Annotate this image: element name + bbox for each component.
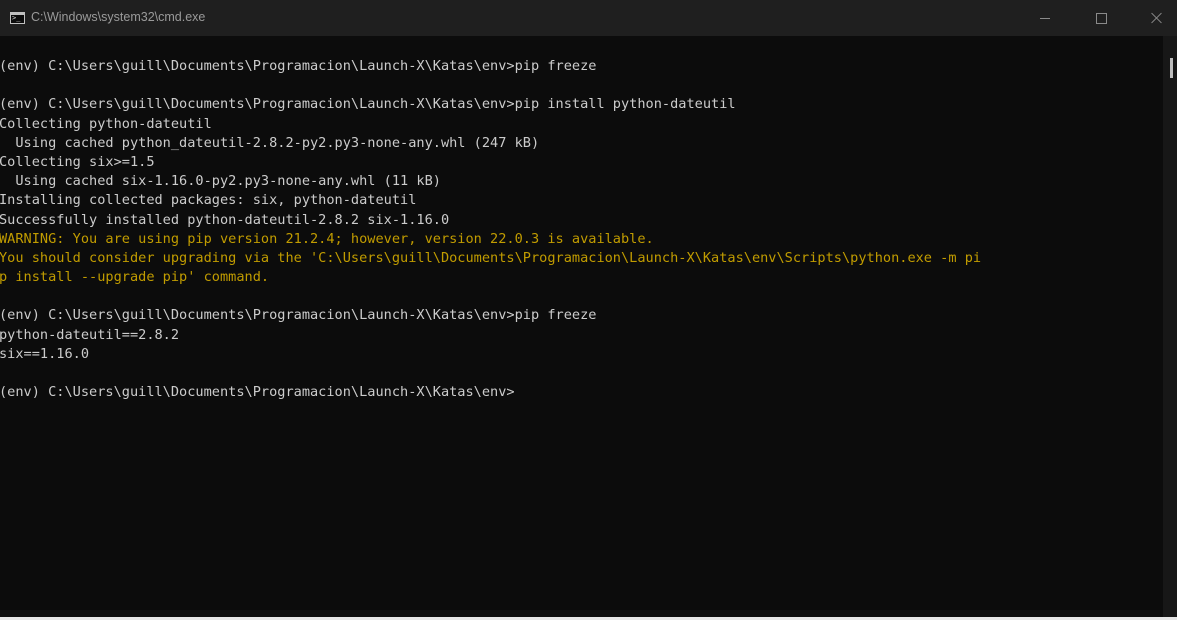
console-line: (env) C:\Users\guill\Documents\Programac… [0, 96, 736, 113]
maximize-button[interactable] [1078, 0, 1124, 36]
scrollbar-thumb[interactable] [1170, 58, 1173, 78]
console-line: (env) C:\Users\guill\Documents\Programac… [0, 58, 597, 74]
close-icon [1151, 12, 1163, 24]
title-bar[interactable]: C:\Windows\system32\cmd.exe [0, 0, 1180, 36]
cmd-console-icon[interactable] [10, 12, 25, 24]
console-line: Successfully installed python-dateutil-2… [0, 211, 450, 228]
warning-line: You should consider upgrading via the 'C… [0, 249, 982, 266]
warning-line: WARNING: You are using pip version 21.2.… [0, 230, 654, 247]
console-line: Collecting six>=1.5 [0, 153, 155, 170]
console-lines: (env) C:\Users\guill\Documents\Programac… [0, 57, 1160, 402]
minimize-icon [1040, 17, 1050, 19]
console-line: (env) C:\Users\guill\Documents\Programac… [0, 384, 515, 401]
console-line: Installing collected packages: six, pyth… [0, 192, 417, 209]
maximize-icon [1095, 12, 1107, 24]
minimize-button[interactable] [1022, 0, 1068, 36]
window-title: C:\Windows\system32\cmd.exe [31, 10, 206, 24]
console-output[interactable]: (env) C:\Users\guill\Documents\Programac… [0, 50, 1160, 610]
cmd-window: C:\Windows\system32\cmd.exe (env) C:\Use… [0, 0, 1180, 620]
console-line: Using cached six-1.16.0-py2.py3-none-any… [0, 173, 441, 190]
close-button[interactable] [1134, 0, 1180, 36]
console-line: (env) C:\Users\guill\Documents\Programac… [0, 307, 597, 324]
console-line: six==1.16.0 [0, 345, 90, 362]
console-line: python-dateutil==2.8.2 [0, 326, 180, 343]
console-line: Collecting python-dateutil [0, 115, 212, 132]
console-line: Using cached python_dateutil-2.8.2-py2.p… [0, 134, 540, 151]
warning-line: p install --upgrade pip' command. [0, 269, 270, 286]
